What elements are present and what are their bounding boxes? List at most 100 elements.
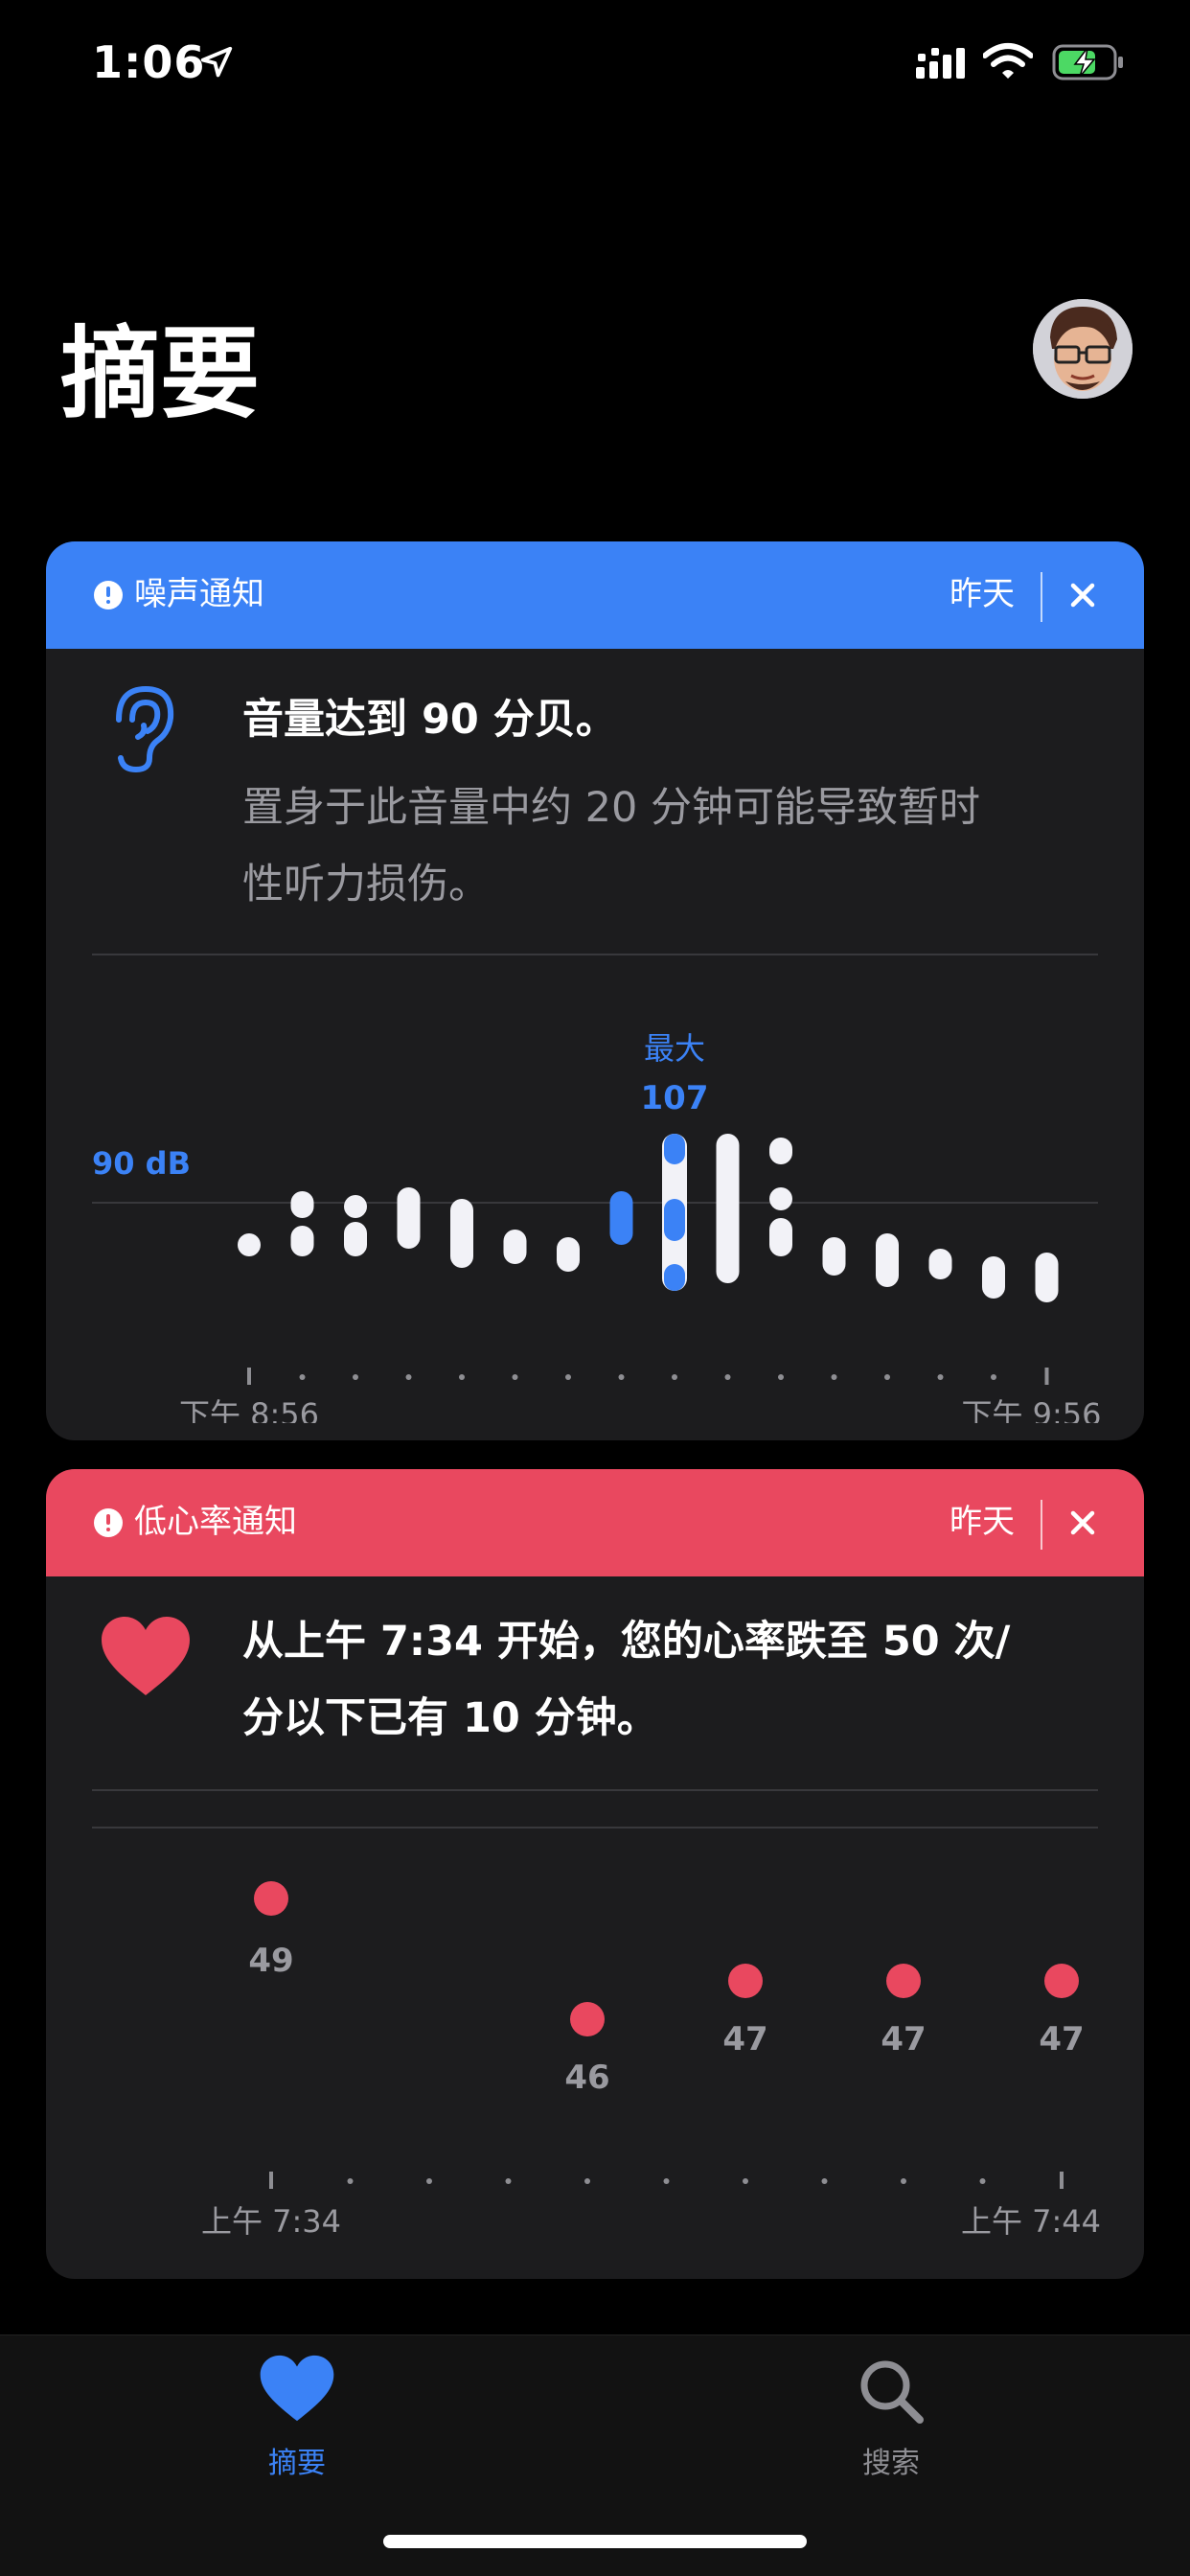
axis-dot bbox=[979, 2178, 986, 2184]
noise-message-body-line2: 性听力损伤。 bbox=[242, 861, 490, 908]
heart-rate-value: 47 bbox=[722, 2020, 767, 2058]
axis-dot bbox=[778, 1374, 784, 1380]
tab-search-label: 搜索 bbox=[862, 2447, 920, 2480]
noise-bar bbox=[664, 1199, 685, 1241]
status-bar: 1:06 bbox=[0, 0, 1190, 126]
noise-bar bbox=[344, 1195, 367, 1218]
heart-rate-value: 46 bbox=[564, 2058, 609, 2097]
x-start-label: 上午 7:34 bbox=[201, 2203, 341, 2240]
heart-message-line2: 分以下已有 10 分钟。 bbox=[242, 1694, 658, 1742]
x-start-label: 下午 8:56 bbox=[179, 1396, 319, 1423]
heart-rate-point bbox=[886, 1964, 921, 1998]
profile-avatar[interactable] bbox=[1033, 299, 1133, 399]
wifi-icon bbox=[983, 43, 1033, 79]
close-icon[interactable] bbox=[1069, 1509, 1096, 1536]
heart-rate-point bbox=[1044, 1964, 1079, 1998]
axis-dot bbox=[405, 1374, 412, 1380]
noise-bar bbox=[822, 1237, 846, 1276]
noise-bar bbox=[344, 1222, 367, 1256]
noise-bar bbox=[503, 1230, 527, 1264]
axis-tick bbox=[1060, 2172, 1064, 2189]
noise-bar bbox=[609, 1191, 633, 1245]
axis-dot bbox=[821, 2178, 828, 2184]
axis-dot bbox=[426, 2178, 432, 2184]
x-end-label: 上午 7:44 bbox=[961, 2203, 1101, 2240]
noise-bar bbox=[290, 1226, 314, 1256]
ear-icon bbox=[116, 685, 174, 773]
axis-dot bbox=[672, 1374, 677, 1380]
tab-summary-label: 摘要 bbox=[268, 2447, 326, 2480]
heart-rate-value: 47 bbox=[1039, 2020, 1084, 2058]
battery-charging-icon bbox=[1052, 44, 1123, 80]
axis-dot bbox=[743, 2178, 748, 2184]
axis-dot bbox=[991, 1374, 996, 1380]
page-title: 摘要 bbox=[60, 315, 261, 432]
axis-tick bbox=[269, 2172, 273, 2189]
heart-header-title: 低心率通知 bbox=[134, 1503, 297, 1541]
noise-bar bbox=[769, 1138, 792, 1164]
heart-tab-icon bbox=[260, 2355, 334, 2422]
heart-header-date: 昨天 bbox=[950, 1503, 1015, 1541]
noise-level-chart: 90 dB 最大 107 下午 8:56 下午 9:56 bbox=[92, 1030, 1102, 1423]
noise-bar bbox=[664, 1264, 685, 1291]
axis-dot bbox=[901, 2178, 906, 2184]
noise-bar bbox=[450, 1199, 473, 1268]
tab-search[interactable]: 搜索 bbox=[795, 2335, 987, 2480]
status-time: 1:06 bbox=[92, 36, 206, 88]
max-label: 最大 bbox=[644, 1030, 705, 1067]
x-end-label: 下午 9:56 bbox=[961, 1396, 1101, 1423]
heart-rate-range bbox=[254, 1881, 288, 1916]
axis-dot bbox=[512, 1374, 518, 1380]
noise-bar bbox=[928, 1249, 952, 1279]
heart-icon bbox=[102, 1617, 190, 1695]
axis-dot bbox=[505, 2178, 512, 2184]
axis-dot bbox=[565, 1374, 571, 1380]
heart-rate-point bbox=[728, 1964, 763, 1998]
noise-notification-card[interactable]: 噪声通知 昨天 音量达到 90 分贝。 置身于此音量中约 20 分钟可能导致暂时… bbox=[46, 541, 1144, 1440]
noise-message-title: 音量达到 90 分贝。 bbox=[242, 696, 617, 744]
noise-bar bbox=[769, 1187, 792, 1210]
low-heart-rate-notification-card[interactable]: 低心率通知 昨天 从上午 7:34 开始，您的心率跌至 50 次/ 分以下已有 … bbox=[46, 1469, 1144, 2279]
axis-tick bbox=[1044, 1368, 1049, 1385]
threshold-label: 90 dB bbox=[92, 1145, 191, 1182]
header-separator bbox=[1041, 572, 1042, 622]
noise-bar bbox=[557, 1237, 580, 1272]
noise-bar bbox=[290, 1191, 314, 1218]
axis-dot bbox=[884, 1374, 890, 1380]
home-indicator bbox=[383, 2535, 807, 2548]
noise-bar bbox=[876, 1233, 899, 1287]
cellular-signal-icon bbox=[916, 48, 965, 79]
noise-header-date: 昨天 bbox=[950, 575, 1015, 613]
heart-rate-value: 49 bbox=[248, 1942, 293, 1980]
heart-card-header: 低心率通知 昨天 bbox=[46, 1469, 1144, 1576]
axis-dot bbox=[299, 1374, 306, 1380]
alert-icon bbox=[94, 1508, 123, 1537]
header-separator bbox=[1041, 1500, 1042, 1550]
noise-bar bbox=[716, 1134, 740, 1283]
noise-bar bbox=[397, 1187, 421, 1249]
axis-dot bbox=[584, 2178, 590, 2184]
heart-rate-point bbox=[570, 2002, 605, 2036]
noise-bar bbox=[982, 1256, 1005, 1299]
noise-card-header: 噪声通知 昨天 bbox=[46, 541, 1144, 649]
noise-bar bbox=[769, 1218, 792, 1256]
heart-rate-value: 47 bbox=[881, 2020, 926, 2058]
noise-bar bbox=[1035, 1253, 1059, 1302]
max-value: 107 bbox=[641, 1079, 709, 1117]
axis-dot bbox=[937, 1374, 944, 1380]
axis-dot bbox=[353, 1374, 358, 1380]
axis-dot bbox=[459, 1374, 465, 1380]
axis-dot bbox=[618, 1374, 625, 1380]
close-icon[interactable] bbox=[1069, 582, 1096, 609]
alert-icon bbox=[94, 581, 123, 610]
noise-message-body-line1: 置身于此音量中约 20 分钟可能导致暂时 bbox=[242, 784, 981, 832]
heart-rate-chart: 49 46 47 47 47 上午 7:34 上午 7:44 bbox=[92, 1827, 1101, 2240]
axis-tick bbox=[247, 1368, 251, 1385]
noise-header-title: 噪声通知 bbox=[134, 575, 264, 613]
axis-dot bbox=[724, 1374, 731, 1380]
tab-summary[interactable]: 摘要 bbox=[201, 2335, 393, 2480]
heart-message-line1: 从上午 7:34 开始，您的心率跌至 50 次/ bbox=[242, 1618, 1011, 1666]
axis-dot bbox=[663, 2178, 670, 2184]
noise-bar bbox=[664, 1134, 685, 1164]
axis-dot bbox=[831, 1374, 837, 1380]
